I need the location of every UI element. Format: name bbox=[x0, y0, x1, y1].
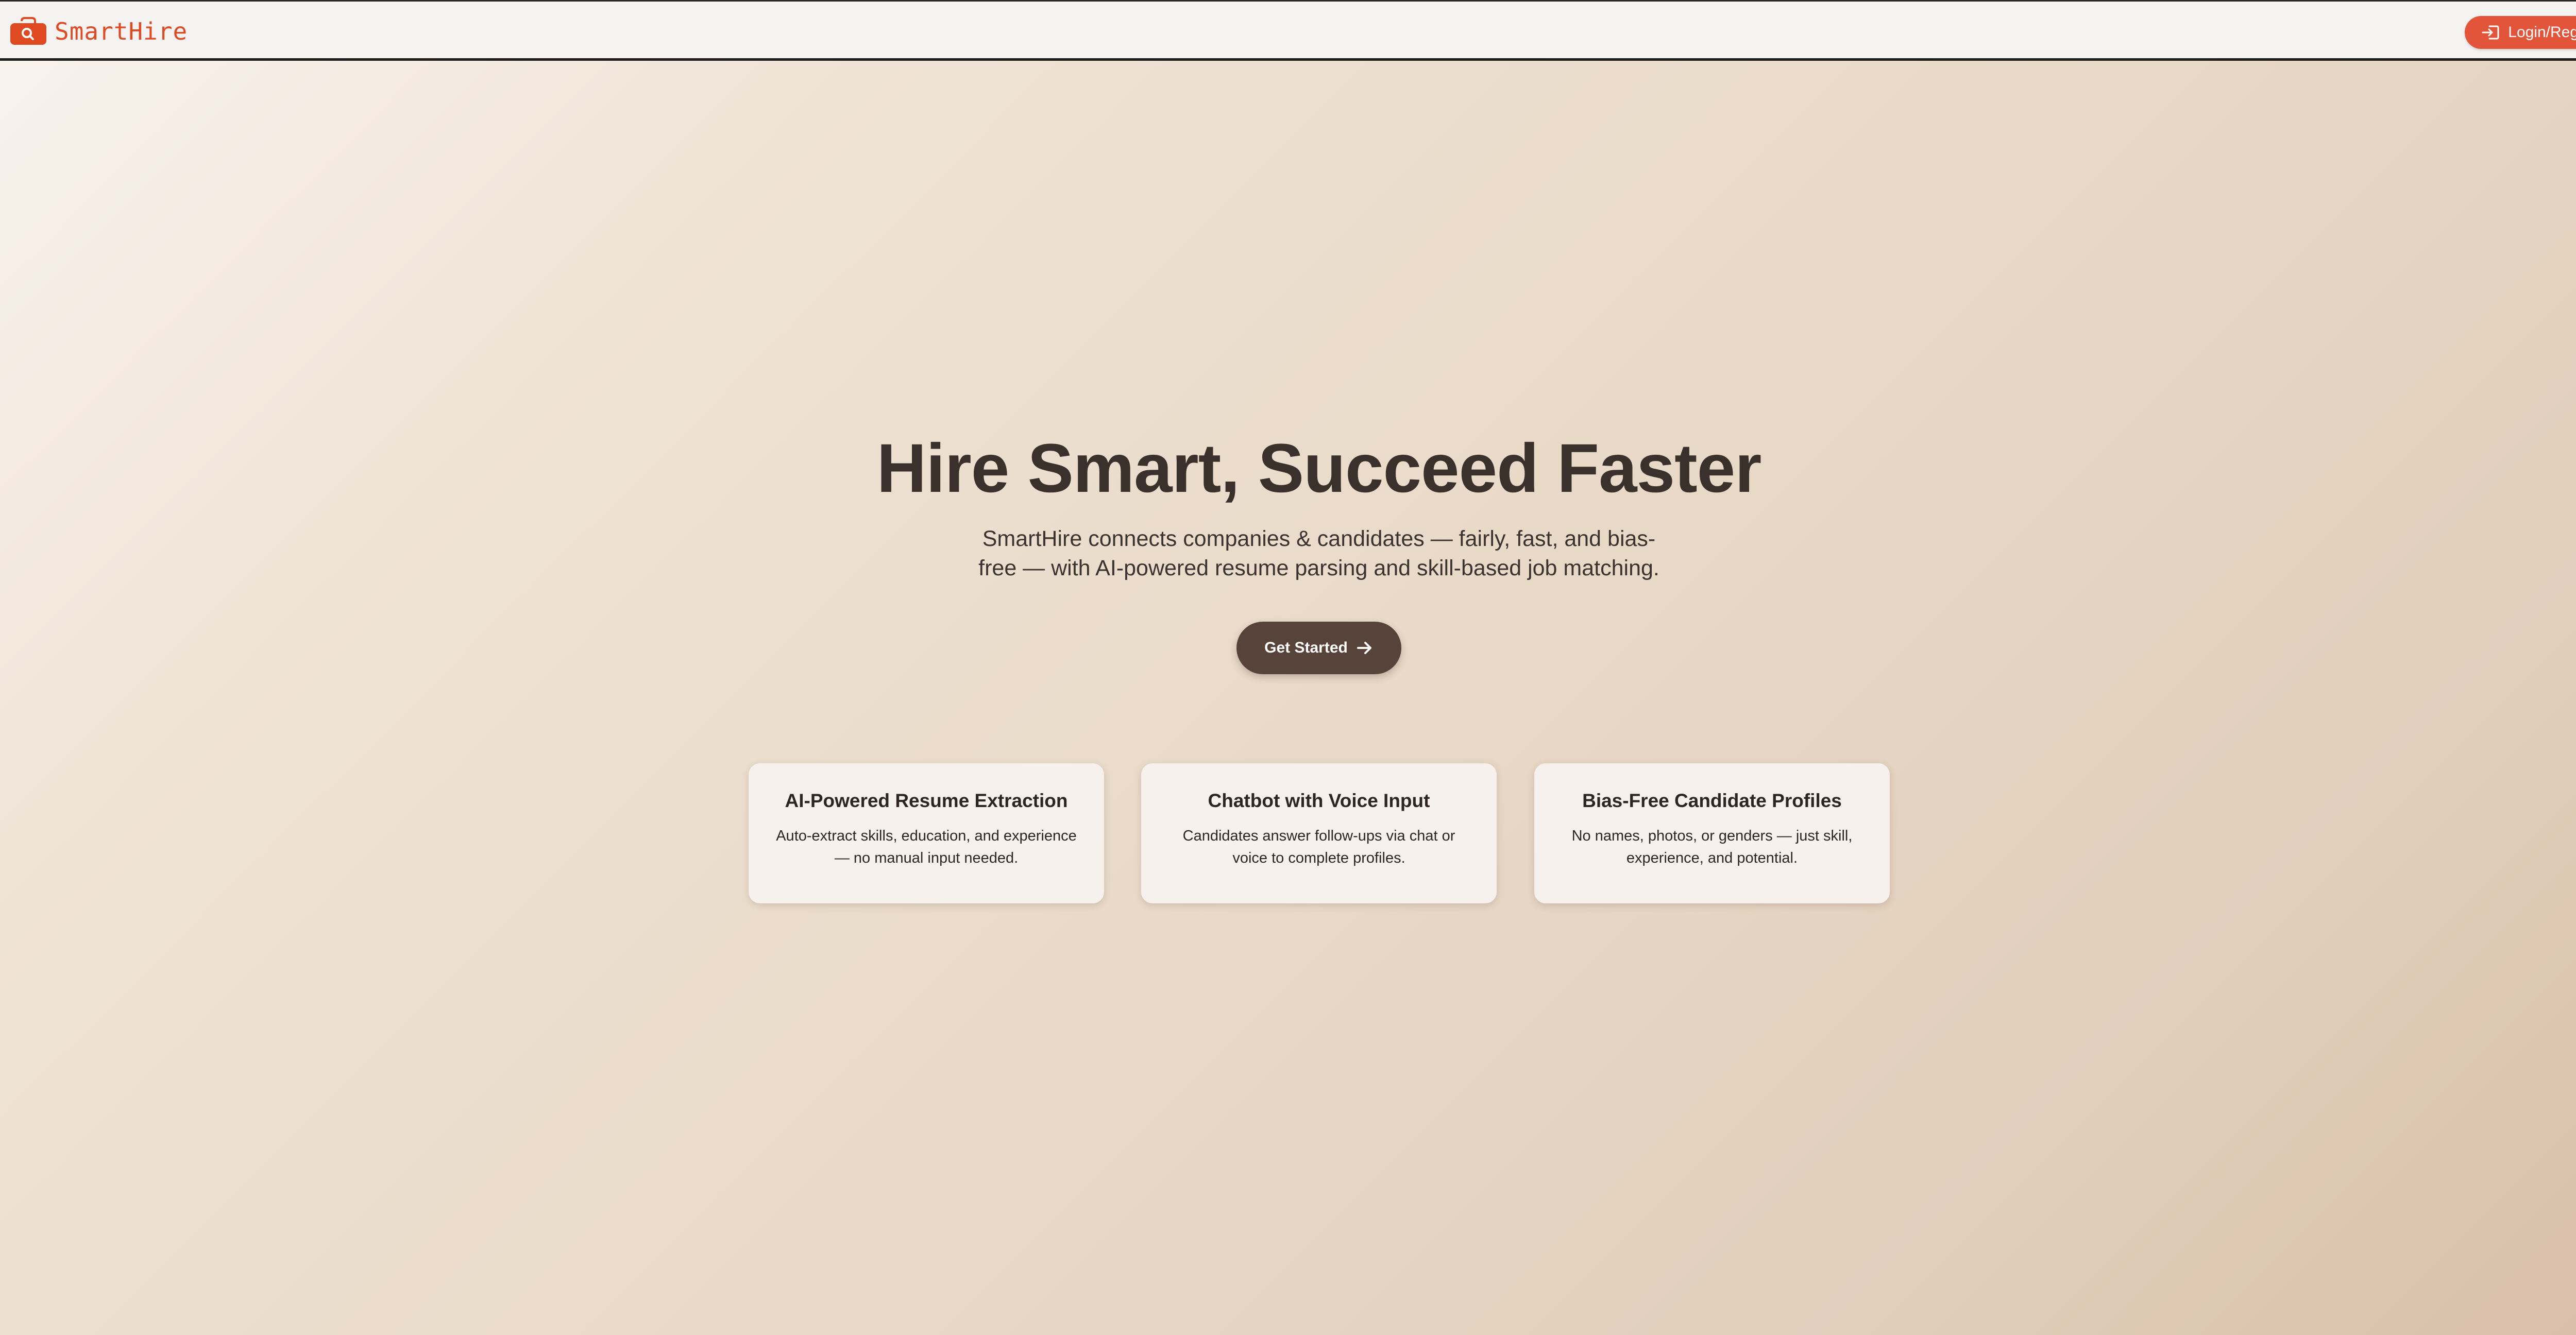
arrow-right-icon bbox=[1356, 639, 1374, 657]
feature-card-description: Candidates answer follow-ups via chat or… bbox=[1182, 828, 1455, 866]
brand-logo-link[interactable]: SmartHire bbox=[9, 15, 188, 48]
feature-card-chatbot-voice: Chatbot with Voice Input Candidates answ… bbox=[1141, 763, 1497, 903]
brand-name: SmartHire bbox=[55, 18, 188, 45]
top-navigation-bar: SmartHire Login/Register bbox=[0, 0, 2576, 61]
hero-title: Hire Smart, Succeed Faster bbox=[876, 430, 1762, 507]
login-icon bbox=[2481, 24, 2500, 41]
hero-subtitle: SmartHire connects companies & candidate… bbox=[978, 526, 1659, 580]
get-started-button[interactable]: Get Started bbox=[1236, 622, 1401, 674]
feature-card-title: Chatbot with Voice Input bbox=[1208, 790, 1430, 811]
feature-card-title: Bias-Free Candidate Profiles bbox=[1582, 790, 1842, 811]
hero-section: Hire Smart, Succeed Faster SmartHire con… bbox=[0, 61, 2576, 1335]
get-started-label: Get Started bbox=[1264, 639, 1348, 656]
feature-card-description: Auto-extract skills, education, and expe… bbox=[776, 828, 1077, 866]
login-register-label: Login/Register bbox=[2508, 24, 2576, 41]
briefcase-search-icon bbox=[9, 17, 47, 46]
feature-card-bias-free: Bias-Free Candidate Profiles No names, p… bbox=[1534, 763, 1890, 903]
feature-card-description: No names, photos, or genders — just skil… bbox=[1571, 828, 1853, 866]
feature-card-title: AI-Powered Resume Extraction bbox=[785, 790, 1068, 811]
login-register-button[interactable]: Login/Register bbox=[2465, 16, 2576, 49]
feature-card-resume-extraction: AI-Powered Resume Extraction Auto-extrac… bbox=[749, 763, 1104, 903]
